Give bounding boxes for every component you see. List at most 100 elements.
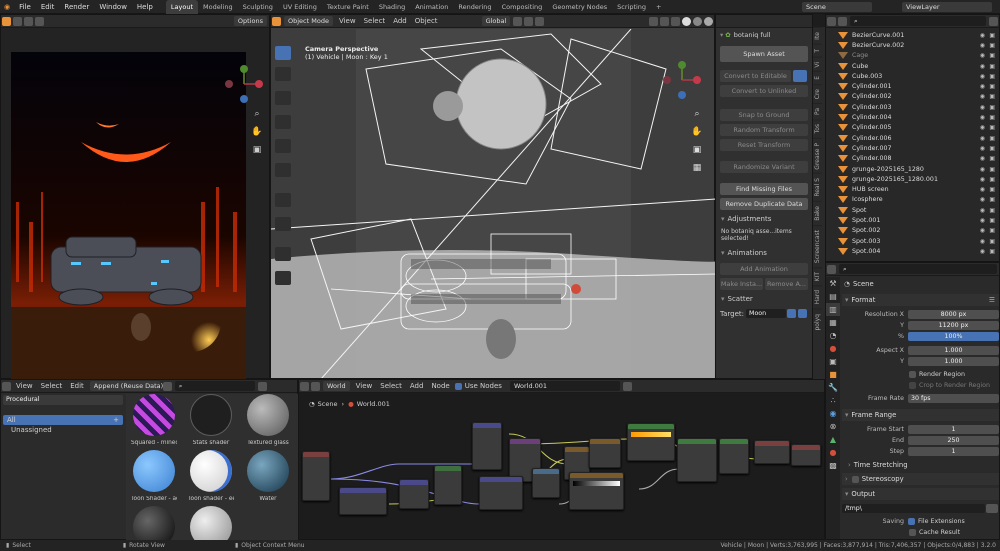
render-camera-icon[interactable]: ▣ [989, 52, 995, 59]
node-emission[interactable] [627, 423, 675, 461]
object-tab-icon[interactable]: ■ [826, 368, 840, 381]
output-panel-header[interactable]: ▾ Output [842, 488, 999, 500]
outliner-item[interactable]: Cage ◉ ▣ [826, 51, 999, 61]
menu-window[interactable]: Window [94, 0, 132, 14]
outliner-item[interactable]: Cylinder.005 ◉ ▣ [826, 123, 999, 133]
options-button[interactable]: Options [233, 16, 267, 26]
outliner-item[interactable]: Cube ◉ ▣ [826, 61, 999, 71]
visibility-eye-icon[interactable]: ◉ [980, 217, 985, 224]
tab-sculpting[interactable]: Sculpting [238, 0, 278, 14]
menu-node[interactable]: Node [427, 382, 453, 390]
output-tab-icon[interactable]: ▥ [826, 303, 840, 316]
catalog-unassigned[interactable]: Unassigned [3, 425, 123, 435]
node-separate[interactable] [479, 476, 523, 510]
outliner-item[interactable]: BezierCurve.001 ◉ ▣ [826, 30, 999, 40]
annotate-tool-icon[interactable] [275, 193, 291, 207]
editor-type-icon[interactable] [2, 16, 11, 26]
render-camera-icon[interactable]: ▣ [989, 124, 995, 131]
asset-item[interactable] [131, 506, 177, 540]
frame-start-field[interactable]: 1 [908, 425, 999, 434]
data-tab-icon[interactable]: ▲ [826, 433, 840, 446]
select-tool-icon[interactable] [275, 46, 291, 60]
target-pick-icon[interactable] [787, 309, 796, 318]
world-type-dropdown[interactable]: World [323, 381, 350, 391]
catalog-all[interactable]: All + [3, 415, 123, 425]
render-camera-icon[interactable]: ▣ [989, 238, 995, 245]
navigation-gizmo[interactable] [223, 63, 265, 105]
frame-range-panel-header[interactable]: ▾ Frame Range [842, 409, 999, 421]
tab-e[interactable]: E [813, 71, 822, 84]
render-camera-icon[interactable]: ▣ [989, 63, 995, 70]
outliner-search[interactable]: ⌕ [850, 16, 986, 26]
outliner-item[interactable]: Cube.003 ◉ ▣ [826, 71, 999, 81]
render-camera-icon[interactable]: ▣ [989, 217, 995, 224]
outliner-item[interactable]: HUB screen ◉ ▣ [826, 184, 999, 194]
menu-file[interactable]: File [14, 0, 36, 14]
tab-polyq[interactable]: polyq [813, 308, 822, 335]
menu-view[interactable]: View [352, 382, 377, 390]
stereoscopy-panel-header[interactable]: › Stereoscopy [842, 473, 999, 485]
solid-shading-icon[interactable] [682, 16, 691, 26]
visibility-eye-icon[interactable]: ◉ [980, 93, 985, 100]
file-extensions-checkbox[interactable] [908, 518, 915, 525]
tab-uv-editing[interactable]: UV Editing [278, 0, 322, 14]
tab-tool[interactable]: T [813, 43, 822, 57]
render-region-checkbox[interactable] [909, 371, 916, 378]
node-vector[interactable] [399, 479, 429, 509]
editor-type-icon[interactable] [272, 16, 281, 26]
adjustments-section[interactable]: ▾ Adjustments [716, 213, 812, 225]
physics-tab-icon[interactable]: ◉ [826, 407, 840, 420]
render-camera-icon[interactable]: ▣ [989, 114, 995, 121]
reset-transform-button[interactable]: Reset Transform [720, 139, 808, 151]
cache-result-checkbox[interactable] [909, 529, 916, 536]
properties-search[interactable]: ⌕ [839, 264, 997, 274]
select-mode-icon[interactable] [13, 16, 22, 26]
cursor-tool-icon[interactable] [275, 67, 291, 81]
tab-layout[interactable]: Layout [165, 0, 198, 14]
frame-step-field[interactable]: 1 [908, 447, 999, 456]
scatter-section[interactable]: ▾ Scatter [716, 293, 812, 305]
scene-selector[interactable]: Scene [800, 2, 874, 12]
render-tab-icon[interactable]: ▤ [826, 290, 840, 303]
add-cube-tool-icon[interactable] [275, 247, 291, 261]
visibility-eye-icon[interactable]: ◉ [980, 166, 985, 173]
render-camera-icon[interactable]: ▣ [989, 73, 995, 80]
aspect-y-field[interactable]: 1.000 [908, 357, 999, 366]
resolution-y-field[interactable]: 11200 px [908, 321, 999, 330]
camera-icon[interactable]: ▣ [691, 141, 703, 159]
folder-icon[interactable] [986, 504, 998, 513]
render-camera-icon[interactable]: ▣ [989, 145, 995, 152]
view-layer-tab-icon[interactable]: ▦ [826, 316, 840, 329]
add-animation-button[interactable]: Add Animation [720, 263, 808, 275]
node-world-output[interactable] [791, 444, 821, 466]
hand-icon[interactable]: ✋ [251, 123, 263, 141]
tab-geometry-nodes[interactable]: Geometry Nodes [547, 0, 612, 14]
node-light-path[interactable] [754, 440, 790, 464]
asset-item[interactable]: Stats shader [188, 394, 234, 446]
fake-user-icon[interactable] [622, 381, 632, 391]
randomize-variant-button[interactable]: Randomize Variant [720, 161, 808, 173]
render-camera-icon[interactable]: ▣ [989, 135, 995, 142]
tool-tab-icon[interactable]: ⚒ [826, 277, 840, 290]
add-workspace-button[interactable]: + [651, 0, 666, 14]
import-type-dropdown[interactable]: Append (Reuse Data) [89, 381, 163, 391]
spawn-asset-button[interactable]: Spawn Asset [720, 46, 808, 62]
snap-to-ground-button[interactable]: Snap to Ground [720, 109, 808, 121]
visibility-eye-icon[interactable]: ◉ [980, 32, 985, 39]
visibility-eye-icon[interactable]: ◉ [980, 176, 985, 183]
remove-animation-button[interactable]: Remove A... [765, 278, 808, 290]
rotate-tool-icon[interactable] [275, 115, 291, 129]
mode-dropdown[interactable]: Object Mode [284, 16, 333, 26]
frame-end-field[interactable]: 250 [908, 436, 999, 445]
visibility-eye-icon[interactable]: ◉ [980, 248, 985, 255]
visibility-eye-icon[interactable]: ◉ [980, 227, 985, 234]
visibility-eye-icon[interactable]: ◉ [980, 145, 985, 152]
menu-help[interactable]: Help [132, 0, 158, 14]
scale-tool-icon[interactable] [275, 139, 291, 153]
outliner-item[interactable]: Cylinder.006 ◉ ▣ [826, 133, 999, 143]
collection-tab-icon[interactable]: ▣ [826, 355, 840, 368]
visibility-eye-icon[interactable]: ◉ [980, 207, 985, 214]
resolution-x-field[interactable]: 8000 px [908, 310, 999, 319]
zoom-icon[interactable]: ⌕ [691, 105, 703, 123]
tab-create[interactable]: Cre [813, 83, 822, 104]
